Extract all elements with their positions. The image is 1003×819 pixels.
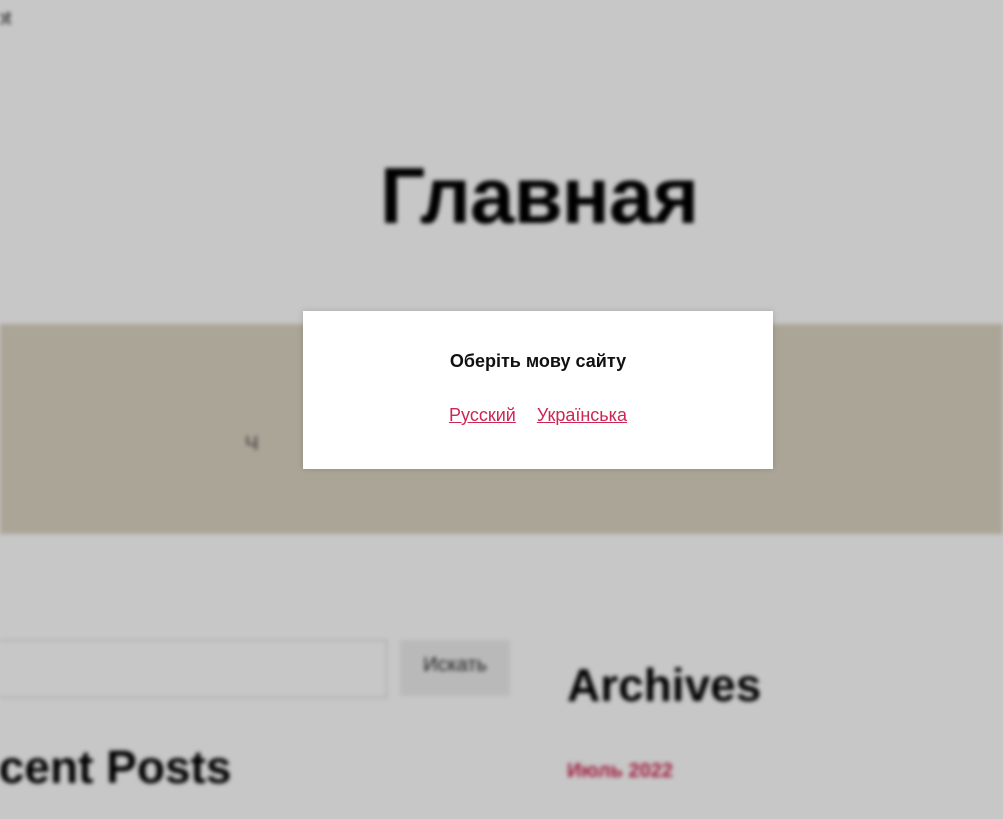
- language-options: Русский Українська: [303, 405, 773, 426]
- modal-title: Оберіть мову сайту: [449, 351, 627, 371]
- language-option-russian[interactable]: Русский: [449, 405, 516, 425]
- language-option-ukrainian[interactable]: Українська: [537, 405, 627, 425]
- language-modal: Оберіть мову сайту Русский Українська: [303, 311, 773, 469]
